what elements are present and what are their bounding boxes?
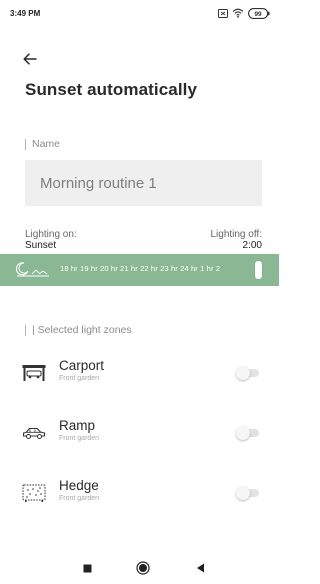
section-bar-mark bbox=[25, 324, 26, 336]
battery-level: 99 bbox=[254, 11, 262, 18]
zone-toggle-hedge[interactable] bbox=[236, 486, 260, 500]
home-circle-icon[interactable] bbox=[135, 560, 151, 576]
system-nav-bar bbox=[0, 556, 279, 580]
zone-toggle-ramp[interactable] bbox=[236, 426, 260, 440]
battery-icon: 99 bbox=[248, 7, 270, 19]
toggle-thumb bbox=[236, 426, 250, 440]
lighting-timeline[interactable]: 18 hr 19 hr 20 hr 21 hr 22 hr 23 hr 24 h… bbox=[0, 254, 279, 286]
zone-name: Hedge bbox=[59, 478, 99, 493]
zone-toggle-carport[interactable] bbox=[236, 366, 260, 380]
timeline-handle[interactable] bbox=[255, 261, 262, 279]
recents-square-icon[interactable] bbox=[79, 560, 95, 576]
toggle-thumb bbox=[236, 366, 250, 380]
carport-icon bbox=[22, 362, 46, 384]
section-bar-mark bbox=[25, 138, 26, 150]
zone-row-ramp: Ramp Front garden bbox=[22, 418, 262, 452]
zone-row-hedge: Hedge Front garden bbox=[22, 478, 262, 512]
toggle-thumb bbox=[236, 486, 250, 500]
zone-subtitle: Front garden bbox=[59, 495, 100, 502]
zones-section-label: | Selected light zones bbox=[25, 324, 132, 336]
zone-row-carport: Carport Front garden bbox=[22, 358, 262, 392]
status-bar: 3:49 PM 99 bbox=[0, 0, 279, 26]
zone-name: Ramp bbox=[59, 418, 96, 433]
status-time: 3:49 PM bbox=[10, 8, 41, 18]
lighting-off-value: 2:00 bbox=[242, 240, 262, 251]
zones-label-text: | Selected light zones bbox=[32, 324, 132, 336]
car-icon bbox=[22, 422, 46, 444]
lighting-on-value: Sunset bbox=[25, 240, 57, 251]
status-icons: 99 bbox=[218, 7, 270, 19]
zone-name: Carport bbox=[59, 358, 105, 373]
zone-subtitle: Front garden bbox=[59, 435, 100, 442]
name-label-text: Name bbox=[32, 138, 61, 150]
arrow-left-icon bbox=[23, 53, 37, 65]
name-section-label: Name bbox=[25, 138, 60, 150]
zone-subtitle: Front garden bbox=[59, 375, 100, 382]
sunset-icon bbox=[14, 259, 54, 286]
timeline-hours: 18 hr 19 hr 20 hr 21 hr 22 hr 23 hr 24 h… bbox=[60, 264, 221, 273]
hedge-icon bbox=[22, 482, 46, 504]
lighting-off-label: Lighting off: bbox=[210, 229, 262, 240]
sim-card-icon bbox=[218, 8, 228, 18]
page-title: Sunset automatically bbox=[25, 80, 198, 99]
back-triangle-icon[interactable] bbox=[192, 560, 208, 576]
back-button[interactable] bbox=[20, 49, 40, 69]
wifi-icon bbox=[232, 8, 244, 18]
name-input[interactable] bbox=[25, 160, 262, 206]
lighting-on-label: Lighting on: bbox=[25, 229, 77, 240]
